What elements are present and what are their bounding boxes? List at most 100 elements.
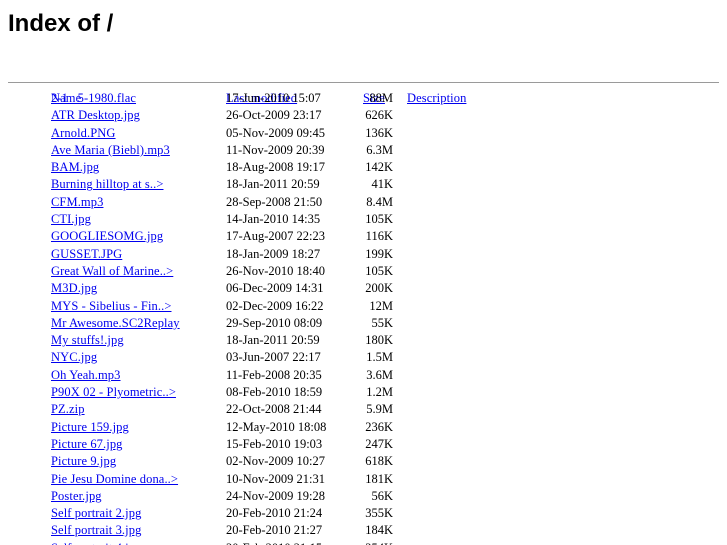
file-row: BAM.jpg 18-Aug-2008 19:17 142K (0, 159, 727, 176)
file-link[interactable]: ATR Desktop.jpg (51, 107, 140, 124)
file-link[interactable]: CTI.jpg (51, 211, 91, 228)
file-link[interactable]: Ave Maria (Biebl).mp3 (51, 142, 170, 159)
file-size: 355K (365, 506, 393, 521)
file-link[interactable]: M3D.jpg (51, 280, 97, 297)
file-size: 199K (365, 246, 393, 261)
file-link[interactable]: Arnold.PNG (51, 125, 116, 142)
file-link[interactable]: P90X 02 - Plyometric..> (51, 384, 176, 401)
file-size: 184K (365, 523, 393, 538)
file-row: P90X 02 - Plyometric..> 08-Feb-2010 18:59… (0, 384, 727, 401)
file-modified: 10-Nov-2009 21:31 (226, 471, 325, 486)
file-link[interactable]: Self portrait 4.jpg (51, 540, 141, 545)
file-link[interactable]: NYC.jpg (51, 349, 97, 366)
file-modified: 29-Sep-2010 08:09 (226, 315, 323, 330)
file-row: Oh Yeah.mp3 11-Feb-2008 20:35 3.6M (0, 367, 727, 384)
file-size: 5.9M (366, 402, 393, 417)
file-link[interactable]: BAM.jpg (51, 159, 99, 176)
file-row: M3D.jpg 06-Dec-2009 14:31 200K (0, 280, 727, 297)
file-row: Burning hilltop at s..> 18-Jan-2011 20:59… (0, 176, 727, 193)
file-list: 2-1 5-1980.flac 17-Jun-2010 15:07 88M ATR D… (0, 90, 727, 545)
file-modified: 20-Feb-2010 21:27 (226, 523, 323, 538)
file-row: Self portrait 4.jpg 20-Feb-2010 21:15 254K (0, 540, 727, 545)
file-link[interactable]: GOOGLIESOMG.jpg (51, 228, 163, 245)
file-modified: 12-May-2010 18:08 (226, 419, 327, 434)
file-modified: 03-Jun-2007 22:17 (226, 350, 321, 365)
file-size: 618K (365, 454, 393, 469)
file-link[interactable]: PZ.zip (51, 401, 85, 418)
file-link[interactable]: GUSSET.JPG (51, 246, 122, 263)
file-row: Pie Jesu Domine dona..> 10-Nov-2009 21:31… (0, 471, 727, 488)
file-modified: 18-Jan-2009 18:27 (226, 246, 321, 261)
file-modified: 11-Feb-2008 20:35 (226, 367, 322, 382)
file-modified: 17-Aug-2007 22:23 (226, 229, 325, 244)
file-row: Picture 67.jpg 15-Feb-2010 19:03 247K (0, 436, 727, 453)
file-modified: 26-Nov-2010 18:40 (226, 263, 325, 278)
file-row: ATR Desktop.jpg 26-Oct-2009 23:17 626K (0, 107, 727, 124)
file-modified: 05-Nov-2009 09:45 (226, 125, 325, 140)
file-link[interactable]: Self portrait 3.jpg (51, 522, 141, 539)
file-link[interactable]: Mr Awesome.SC2Replay (51, 315, 180, 332)
page-title: Index of / (8, 10, 114, 37)
file-modified: 20-Feb-2010 21:24 (226, 506, 323, 521)
file-size: 3.6M (366, 367, 393, 382)
file-size: 142K (365, 160, 393, 175)
file-size: 12M (369, 298, 393, 313)
file-modified: 15-Feb-2010 19:03 (226, 436, 323, 451)
file-row: Arnold.PNG 05-Nov-2009 09:45 136K (0, 125, 727, 142)
file-size: 6.3M (366, 142, 393, 157)
file-size: 55K (371, 315, 393, 330)
file-size: 626K (365, 108, 393, 123)
file-link[interactable]: Picture 159.jpg (51, 419, 129, 436)
file-modified: 17-Jun-2010 15:07 (226, 91, 321, 105)
file-link[interactable]: 2-1 5-1980.flac (51, 90, 136, 107)
file-link[interactable]: Burning hilltop at s..> (51, 176, 163, 193)
file-row: CFM.mp3 28-Sep-2008 21:50 8.4M (0, 194, 727, 211)
file-modified: 28-Sep-2008 21:50 (226, 194, 323, 209)
file-size: 247K (365, 436, 393, 451)
file-size: 236K (365, 419, 393, 434)
file-row: Picture 159.jpg 12-May-2010 18:08 236K (0, 419, 727, 436)
file-link[interactable]: Self portrait 2.jpg (51, 505, 141, 522)
file-row: Mr Awesome.SC2Replay 29-Sep-2010 08:09 55K (0, 315, 727, 332)
file-size: 41K (371, 177, 393, 192)
file-row: My stuffs!.jpg 18-Jan-2011 20:59 180K (0, 332, 727, 349)
file-row: PZ.zip 22-Oct-2008 21:44 5.9M (0, 401, 727, 418)
file-link[interactable]: Picture 9.jpg (51, 453, 116, 470)
file-size: 88M (369, 91, 393, 105)
file-link[interactable]: Picture 67.jpg (51, 436, 123, 453)
file-modified: 22-Oct-2008 21:44 (226, 402, 322, 417)
file-size: 1.2M (366, 385, 393, 400)
header-divider (8, 82, 719, 83)
file-row: NYC.jpg 03-Jun-2007 22:17 1.5M (0, 349, 727, 366)
file-modified: 02-Dec-2009 16:22 (226, 298, 324, 313)
file-modified: 02-Nov-2009 10:27 (226, 454, 325, 469)
file-link[interactable]: Great Wall of Marine..> (51, 263, 173, 280)
file-link[interactable]: Oh Yeah.mp3 (51, 367, 121, 384)
file-modified: 06-Dec-2009 14:31 (226, 281, 324, 296)
file-modified: 24-Nov-2009 19:28 (226, 488, 325, 503)
file-row: CTI.jpg 14-Jan-2010 14:35 105K (0, 211, 727, 228)
file-row: GOOGLIESOMG.jpg 17-Aug-2007 22:23 116K (0, 228, 727, 245)
file-size: 56K (371, 488, 393, 503)
file-modified: 18-Jan-2011 20:59 (226, 177, 320, 192)
file-modified: 11-Nov-2009 20:39 (226, 142, 325, 157)
file-link[interactable]: Pie Jesu Domine dona..> (51, 471, 178, 488)
file-row: Self portrait 2.jpg 20-Feb-2010 21:24 355K (0, 505, 727, 522)
file-modified: 08-Feb-2010 18:59 (226, 385, 323, 400)
file-row: Picture 9.jpg 02-Nov-2009 10:27 618K (0, 453, 727, 470)
file-size: 116K (365, 229, 393, 244)
file-modified: 18-Aug-2008 19:17 (226, 160, 325, 175)
file-modified: 20-Feb-2010 21:15 (226, 540, 322, 545)
file-modified: 18-Jan-2011 20:59 (226, 333, 320, 348)
file-row: Great Wall of Marine..> 26-Nov-2010 18:40… (0, 263, 727, 280)
file-link[interactable]: Poster.jpg (51, 488, 102, 505)
file-link[interactable]: CFM.mp3 (51, 194, 103, 211)
file-link[interactable]: MYS - Sibelius - Fin..> (51, 298, 171, 315)
file-modified: 14-Jan-2010 14:35 (226, 212, 321, 227)
file-row: MYS - Sibelius - Fin..> 02-Dec-2009 16:22… (0, 298, 727, 315)
file-size: 200K (365, 281, 393, 296)
file-link[interactable]: My stuffs!.jpg (51, 332, 124, 349)
file-size: 181K (365, 471, 393, 486)
file-size: 105K (365, 212, 393, 227)
file-size: 105K (365, 263, 393, 278)
